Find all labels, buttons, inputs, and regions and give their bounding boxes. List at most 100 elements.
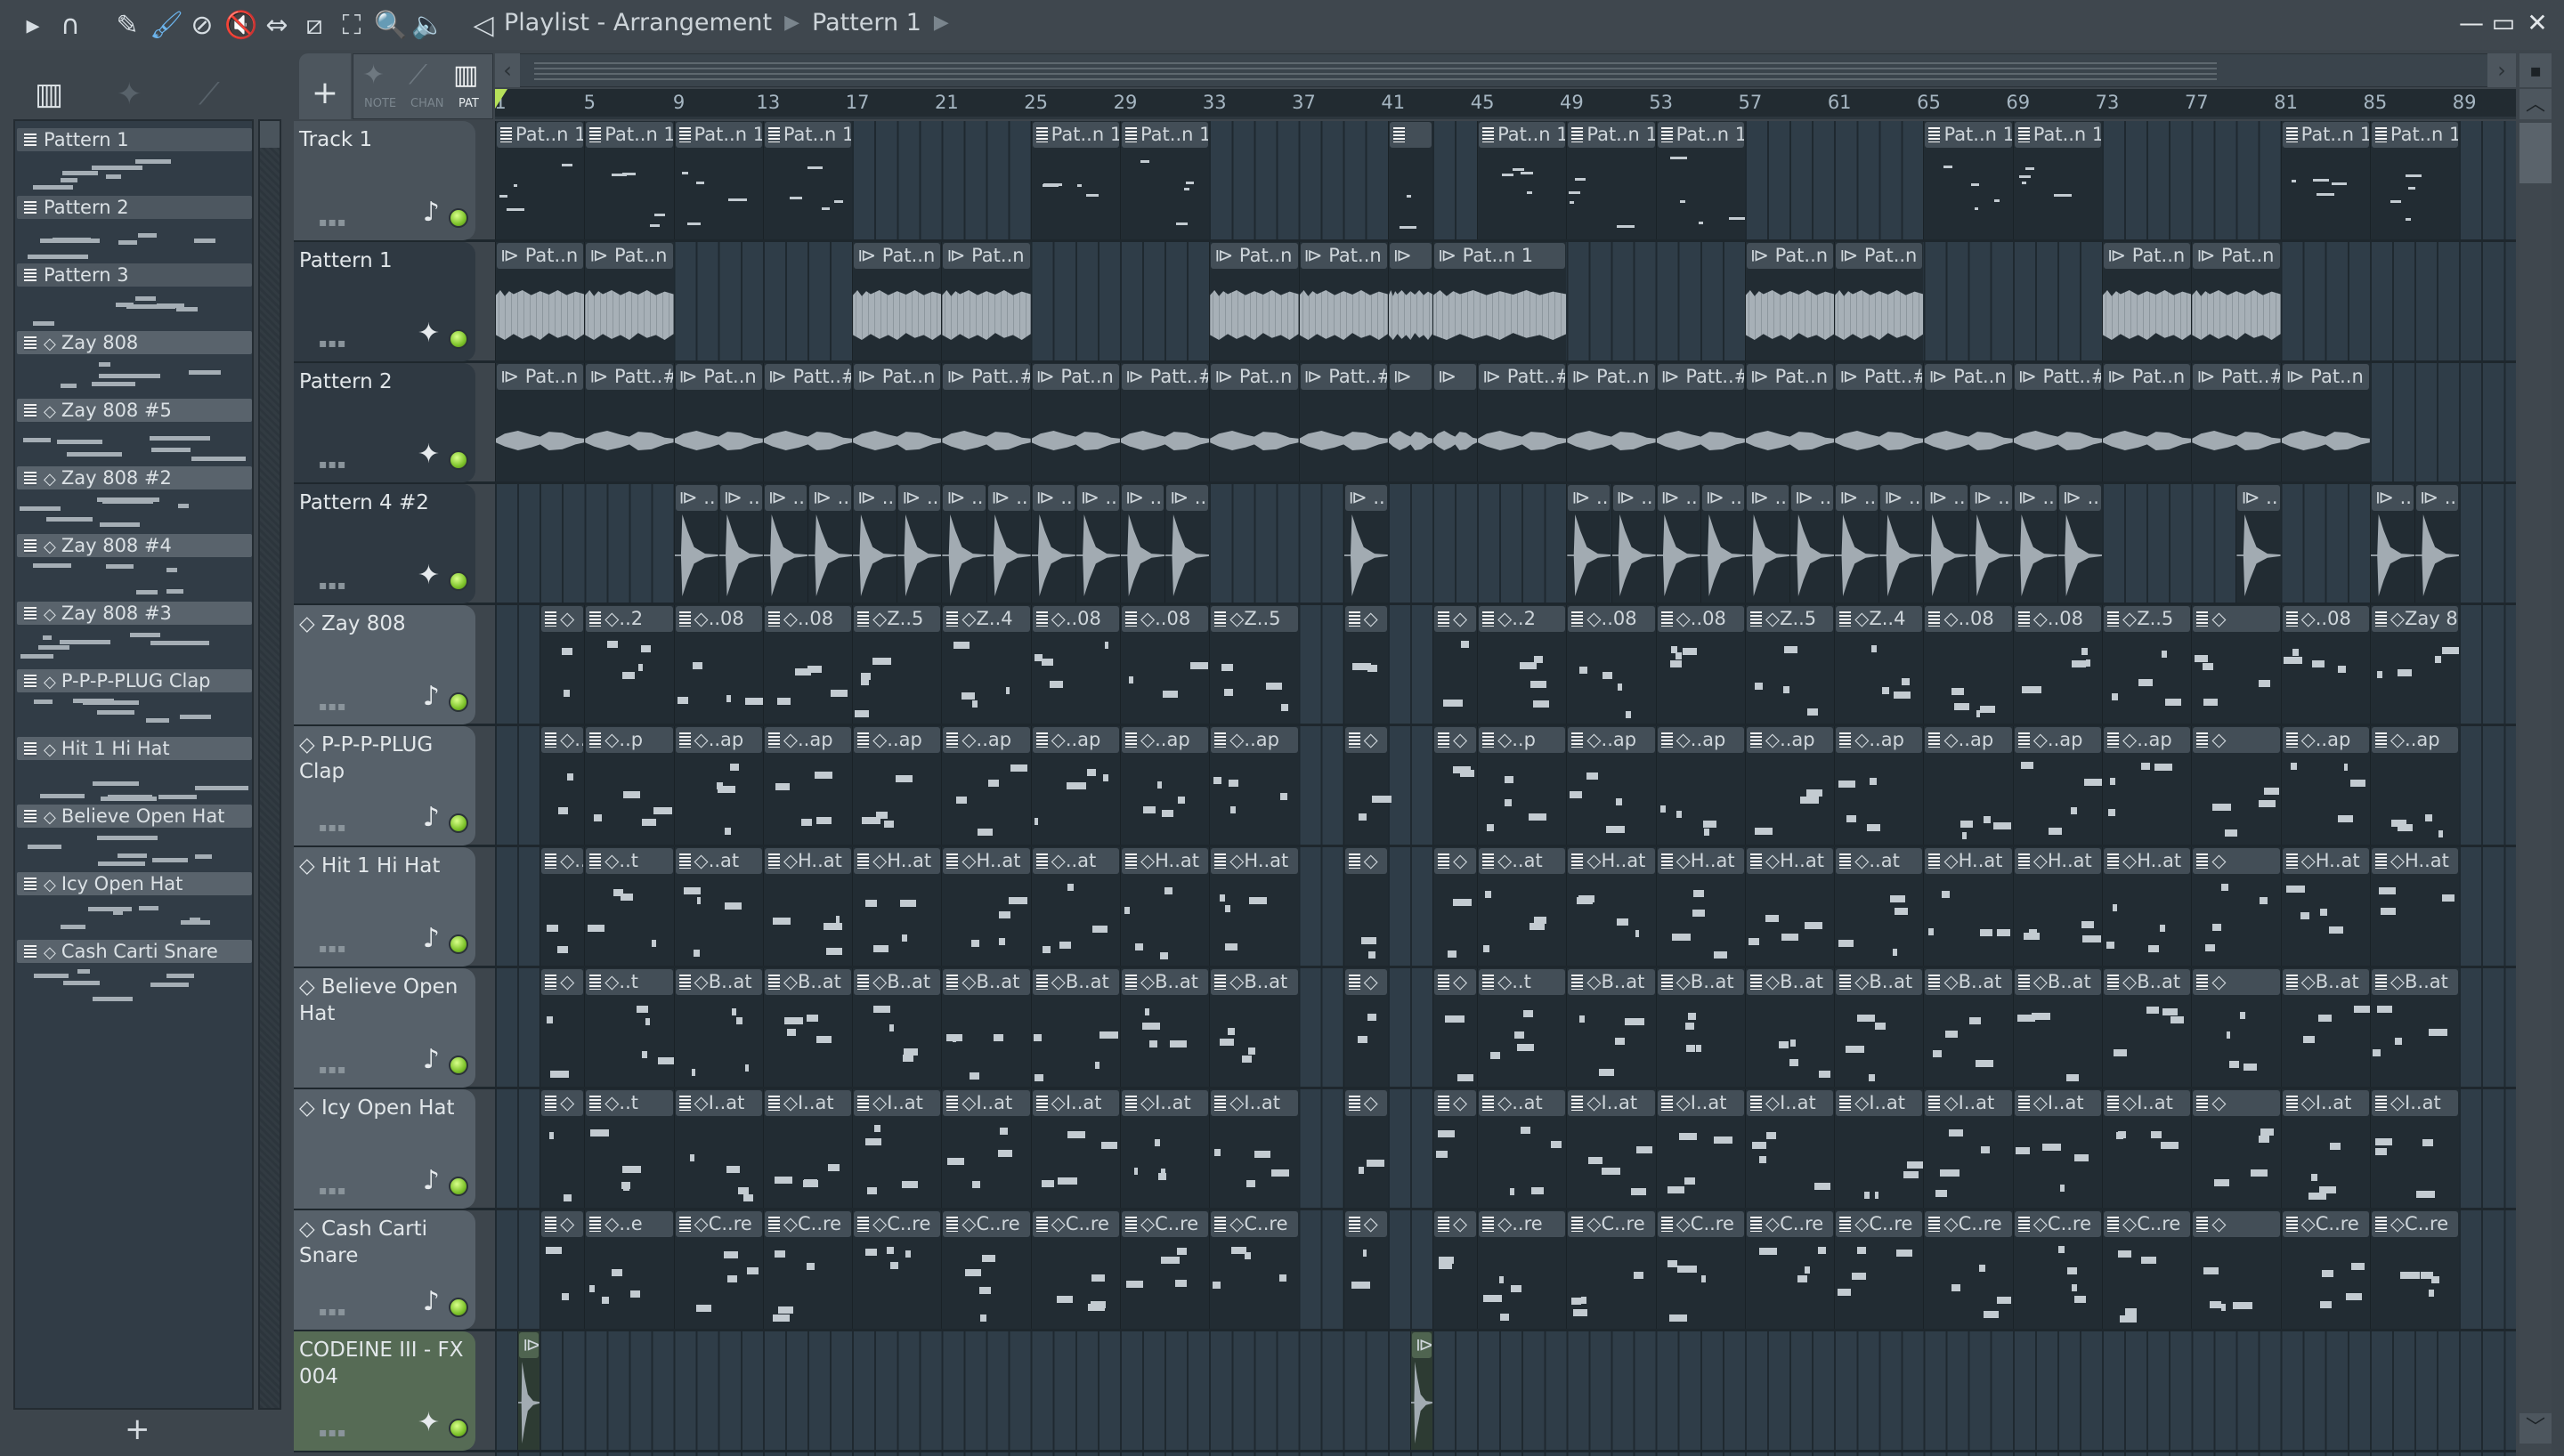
clip-header[interactable]: ◇B..at bbox=[2282, 969, 2369, 995]
playlist-clip[interactable]: ◇Z..5 bbox=[1209, 605, 1299, 724]
playlist-clip[interactable]: Pat..n 1 bbox=[1655, 121, 1745, 239]
picker-item-header[interactable]: ◇ Zay 808 #3 bbox=[17, 602, 252, 625]
clip-header[interactable]: ◇..ap bbox=[1211, 727, 1298, 753]
playlist-clip[interactable]: ◇..ap bbox=[762, 726, 853, 845]
playlist-clip[interactable]: ⧐ .. bbox=[718, 484, 763, 603]
clip-header[interactable]: Pat..n 1 bbox=[2371, 122, 2459, 148]
playlist-clip[interactable]: ⧐ Pat..n 1 bbox=[495, 242, 585, 360]
clip-header[interactable]: ◇ bbox=[1344, 727, 1387, 753]
add-track-button[interactable]: + bbox=[299, 53, 351, 119]
clip-header[interactable]: ◇ bbox=[1344, 1090, 1387, 1116]
clip-header[interactable]: ⧐ .. bbox=[808, 485, 852, 511]
track-options-icon[interactable]: ▪▪▪ bbox=[319, 942, 346, 956]
clip-header[interactable]: ◇C..re bbox=[1568, 1211, 1655, 1237]
playlist-clip[interactable]: Pat..n 1 bbox=[2369, 121, 2460, 239]
clip-header[interactable]: ◇B..at bbox=[2371, 969, 2459, 995]
track-options-icon[interactable]: ▪▪▪ bbox=[319, 457, 346, 472]
playlist-clip[interactable]: ⧐ Pat..n 1 bbox=[2191, 242, 2281, 360]
audio-wave-icon[interactable]: ✦ bbox=[362, 60, 385, 91]
clip-header[interactable]: ◇I..at bbox=[1121, 1090, 1209, 1116]
playlist-clip[interactable]: ⧐ bbox=[1387, 363, 1432, 481]
playlist-clip[interactable]: ⧐ .. bbox=[1566, 484, 1611, 603]
clip-header[interactable]: ◇..ap bbox=[2282, 727, 2369, 753]
playlist-clip[interactable]: ⧐ .. bbox=[1164, 484, 1210, 603]
clip-header[interactable]: ◇Z..5 bbox=[854, 606, 941, 632]
clip-header[interactable]: ◇B..at bbox=[1746, 969, 1834, 995]
playlist-clip[interactable]: ◇I..at bbox=[2369, 1089, 2460, 1208]
playlist-clip[interactable]: ◇ bbox=[1432, 1089, 1478, 1208]
clip-header[interactable]: ◇ bbox=[2193, 1090, 2280, 1116]
clip-header[interactable]: ◇C..re bbox=[1925, 1211, 2012, 1237]
clip-header[interactable]: ⧐ .. bbox=[2014, 485, 2057, 511]
playlist-clip[interactable]: ◇..ap bbox=[673, 726, 763, 845]
clip-header[interactable]: ⧐ .. bbox=[1032, 485, 1075, 511]
clip-header[interactable]: ◇ bbox=[541, 969, 584, 995]
playlist-clip[interactable]: Pat..n 1 bbox=[2280, 121, 2370, 239]
mode-note[interactable]: NOTE bbox=[364, 97, 396, 110]
playlist-clip[interactable]: ⧐ Pat..n 2 bbox=[1923, 363, 2013, 481]
playlist-clip[interactable]: ◇I..at bbox=[1209, 1089, 1299, 1208]
clip-header[interactable]: ◇..08 bbox=[675, 606, 762, 632]
clip-header[interactable]: ◇..at bbox=[1479, 1090, 1566, 1116]
playlist-clip[interactable]: Pat..n 1 bbox=[673, 121, 763, 239]
playlist-clip[interactable]: ⧐ Patt..#2 bbox=[2191, 363, 2281, 481]
playlist-clip[interactable]: ◇ bbox=[1343, 1210, 1388, 1329]
picker-item-header[interactable]: ◇ Icy Open Hat bbox=[17, 872, 252, 895]
playlist-clip[interactable]: ⧐ bbox=[517, 1331, 540, 1450]
clip-header[interactable]: ⧐ .. bbox=[1925, 485, 1968, 511]
clip-header[interactable]: ◇H..at bbox=[1568, 848, 1655, 874]
automation-icon[interactable]: ⟋ bbox=[409, 60, 427, 91]
corner-button[interactable]: ▪ bbox=[2519, 53, 2552, 87]
clip-header[interactable]: ⧐ .. bbox=[1836, 485, 1878, 511]
playlist-clip[interactable]: ⧐ Pat..n 1 bbox=[1209, 242, 1299, 360]
playlist-clip[interactable]: ⧐ Pat..n 1 bbox=[852, 242, 942, 360]
playlist-clip[interactable]: ◇B..at bbox=[1030, 968, 1120, 1087]
playlist-clip[interactable]: ⧐ .. bbox=[1611, 484, 1656, 603]
playlist-clip[interactable]: ◇..at bbox=[1477, 847, 1567, 966]
clip-header[interactable]: Pat..n 1 bbox=[764, 122, 852, 148]
clip-header[interactable]: ⧐ .. bbox=[1701, 485, 1744, 511]
playlist-clip[interactable]: ◇ bbox=[1343, 605, 1388, 724]
picker-item-header[interactable]: Pattern 1 bbox=[17, 128, 252, 151]
playlist-clip[interactable]: ⧐ .. bbox=[1834, 484, 1879, 603]
clip-header[interactable]: Pat..n 1 bbox=[2014, 122, 2102, 148]
playlist-clip[interactable]: ◇..ap bbox=[2102, 726, 2192, 845]
clip-header[interactable]: ◇H..at bbox=[1925, 848, 2012, 874]
clip-header[interactable]: ◇I..at bbox=[1925, 1090, 2012, 1116]
playlist-clip[interactable]: ⧐ .. bbox=[807, 484, 853, 603]
playlist-clip[interactable]: ◇C..re bbox=[1923, 1210, 2013, 1329]
playlist-clip[interactable]: ◇ bbox=[1432, 847, 1478, 966]
clip-header[interactable]: ⧐ Patt..#2 bbox=[943, 364, 1030, 390]
clip-header[interactable]: ◇B..at bbox=[1836, 969, 1923, 995]
track-enable-led[interactable] bbox=[449, 692, 468, 712]
playlist-clip[interactable]: ◇B..at bbox=[673, 968, 763, 1087]
clip-header[interactable]: ⧐ Patt..#2 bbox=[1657, 364, 1744, 390]
picker-item[interactable]: ◇ Believe Open Hat bbox=[15, 803, 254, 870]
playlist-clip[interactable]: Pat..n 1 bbox=[1566, 121, 1656, 239]
clip-header[interactable]: Pat..n 1 bbox=[1032, 122, 1119, 148]
playlist-clip[interactable]: ◇..2 bbox=[1477, 605, 1567, 724]
playhead-marker[interactable] bbox=[495, 89, 507, 109]
clip-header[interactable]: ⧐ .. bbox=[854, 485, 897, 511]
clip-header[interactable]: ⧐ .. bbox=[1746, 485, 1789, 511]
playlist-clip[interactable]: ◇B..at bbox=[762, 968, 853, 1087]
clip-header[interactable]: ⧐ Pat..n 1 bbox=[943, 243, 1030, 269]
playlist-clip[interactable]: ⧐ Pat..n 1 bbox=[941, 242, 1031, 360]
clip-header[interactable]: ◇H..at bbox=[764, 848, 852, 874]
track-name[interactable]: ◇ Icy Open Hat bbox=[299, 1095, 470, 1121]
clip-header[interactable]: Pat..n 1 bbox=[1121, 122, 1209, 148]
playlist-clip[interactable]: ◇..08 bbox=[1655, 605, 1745, 724]
playlist-clip[interactable]: ⧐ .. bbox=[1744, 484, 1790, 603]
track-header[interactable]: Pattern 2 ✦ ▪▪▪ bbox=[294, 363, 475, 482]
playlist-clip[interactable]: ◇..ap bbox=[2012, 726, 2103, 845]
clip-header[interactable]: ◇ bbox=[1433, 1090, 1477, 1116]
clip-header[interactable]: ⧐ bbox=[519, 1332, 540, 1358]
playlist-clip[interactable]: ⧐ Patt..#2 bbox=[1655, 363, 1745, 481]
playlist-clip[interactable]: ◇I..at bbox=[1834, 1089, 1924, 1208]
clip-header[interactable]: ◇B..at bbox=[1211, 969, 1298, 995]
playlist-clip[interactable]: ◇ bbox=[1432, 605, 1478, 724]
clip-header[interactable]: ◇..ap bbox=[1746, 727, 1834, 753]
clip-header[interactable]: ⧐ Pat..n 1 bbox=[1836, 243, 1923, 269]
playlist-clip[interactable]: ⧐ .. bbox=[1119, 484, 1165, 603]
playlist-clip[interactable]: ◇ bbox=[540, 605, 585, 724]
